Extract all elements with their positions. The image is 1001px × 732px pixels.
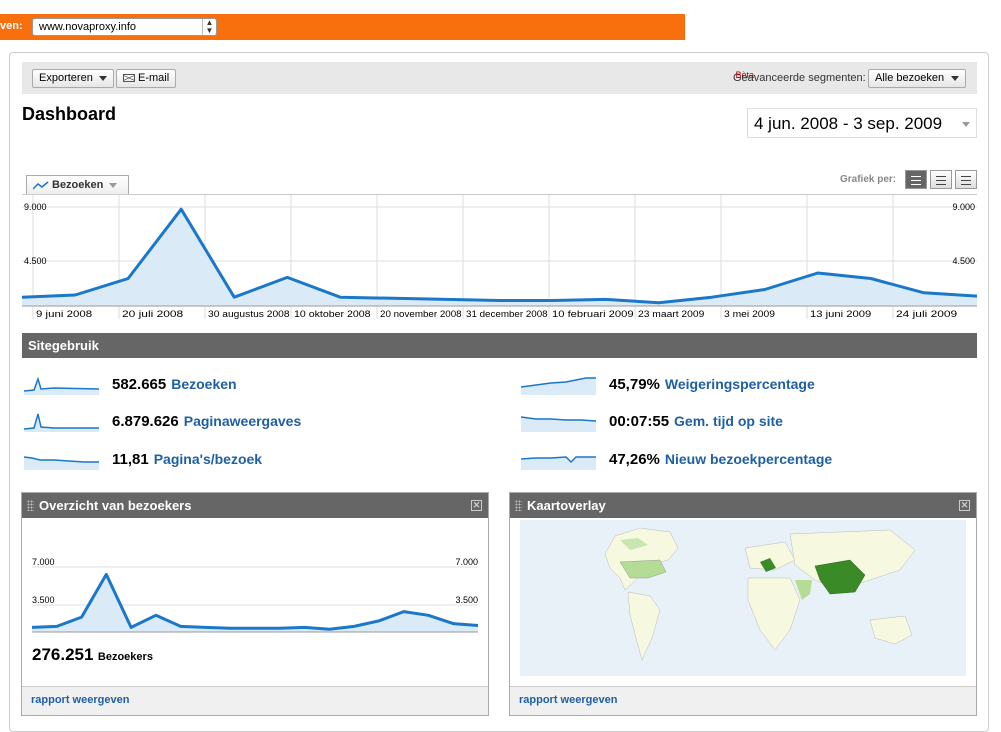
chevron-down-icon	[951, 76, 959, 81]
site-metric[interactable]: 6.879.626 Paginaweergaves	[24, 408, 301, 434]
x-tick-label: 9 juni 2008	[36, 309, 92, 319]
graph-day-button[interactable]	[905, 170, 927, 189]
x-tick-label: 20 november 2008	[380, 309, 462, 319]
visits-chart: 9.000 4.500 9.000 4.500 9 juni 2008 20 ju…	[21, 194, 978, 320]
metric-label[interactable]: Nieuw bezoekpercentage	[665, 451, 832, 467]
profile-bar: ven: www.novaproxy.info ▲ ▼	[0, 14, 685, 40]
metric-label[interactable]: Weigeringspercentage	[665, 376, 815, 392]
metric-value: 6.879.626	[112, 412, 179, 430]
x-tick-label: 10 februari 2009	[552, 309, 634, 319]
site-usage-header: Sitegebruik	[22, 333, 977, 358]
site-metric[interactable]: 11,81 Pagina's/bezoek	[24, 446, 262, 472]
metric-label[interactable]: Paginaweergaves	[184, 413, 302, 429]
map-panel-title: Kaartoverlay	[527, 498, 606, 513]
email-button-label: E-mail	[138, 72, 170, 84]
graph-month-button[interactable]	[955, 170, 977, 189]
sparkline	[521, 377, 596, 395]
visitors-total-value: 276.251	[32, 645, 94, 664]
x-tick-label: 24 juli 2009	[896, 309, 957, 319]
visitors-y-top-right: 7.000	[455, 557, 478, 567]
updown-arrows-icon: ▲ ▼	[202, 19, 216, 35]
export-button[interactable]: Exporteren	[32, 69, 114, 88]
visitors-panel-header[interactable]: Overzicht van bezoekers ✕	[22, 493, 488, 518]
close-icon[interactable]: ✕	[959, 500, 970, 511]
metric-value: 00:07:55	[609, 412, 670, 430]
metric-select-tab[interactable]: Bezoeken	[26, 175, 129, 194]
site-metric[interactable]: 00:07:55 Gem. tijd op site	[521, 408, 783, 434]
y-tick-mid-right: 4.500	[952, 256, 975, 266]
profile-label: ven:	[0, 20, 23, 32]
site-select-value: www.novaproxy.info	[39, 21, 137, 33]
metric-value: 47,26%	[609, 450, 660, 468]
y-tick-mid-left: 4.500	[24, 256, 47, 266]
visitors-total-label: Bezoekers	[97, 651, 153, 663]
x-tick-label: 13 juni 2009	[810, 309, 871, 319]
y-tick-top-right: 9.000	[952, 202, 975, 212]
sparkline	[24, 376, 99, 395]
x-tick-label: 23 maart 2009	[638, 309, 704, 319]
x-tick-label: 10 oktober 2008	[294, 309, 371, 319]
map-overlay-panel: Kaartoverlay ✕ rapport weergeven	[509, 492, 977, 716]
graph-week-button[interactable]	[930, 170, 952, 189]
site-metric[interactable]: 45,79% Weigeringspercentage	[521, 371, 815, 397]
metric-value: 45,79%	[609, 375, 660, 393]
visitors-report-link[interactable]: rapport weergeven	[22, 686, 488, 715]
sparkline	[24, 413, 99, 432]
site-metric[interactable]: 582.665 Bezoeken	[24, 371, 237, 397]
email-button[interactable]: E-mail	[116, 69, 177, 88]
visitors-overview-panel: Overzicht van bezoekers ✕ 7.000 3.500 7.…	[21, 492, 489, 716]
visitors-y-top-left: 7.000	[32, 557, 55, 567]
drag-handle-icon[interactable]	[27, 500, 34, 511]
metric-label[interactable]: Pagina's/bezoek	[154, 451, 262, 467]
envelope-icon	[123, 74, 135, 83]
x-tick-label: 31 december 2008	[466, 309, 548, 319]
metric-label[interactable]: Gem. tijd op site	[674, 413, 783, 429]
visitors-chart: 7.000 3.500 7.000 3.500	[31, 557, 479, 633]
graph-per-label: Grafiek per:	[840, 174, 897, 185]
segments-select-value: Alle bezoeken	[875, 72, 945, 84]
metric-value: 11,81	[112, 450, 149, 468]
visitors-panel-title: Overzicht van bezoekers	[39, 498, 192, 513]
y-tick-top-left: 9.000	[24, 202, 47, 212]
page-title: Dashboard	[22, 104, 117, 124]
drag-handle-icon[interactable]	[515, 500, 522, 511]
metric-value: 582.665	[112, 375, 167, 393]
close-icon[interactable]: ✕	[471, 500, 482, 511]
site-metric[interactable]: 47,26% Nieuw bezoekpercentage	[521, 446, 832, 472]
chevron-down-icon	[98, 75, 107, 81]
metric-tab-label: Bezoeken	[52, 179, 104, 191]
line-chart-icon	[32, 181, 49, 190]
map-report-link[interactable]: rapport weergeven	[510, 686, 976, 715]
metric-label[interactable]: Bezoeken	[171, 376, 236, 392]
date-range-picker[interactable]: 4 jun. 2008 - 3 sep. 2009	[747, 108, 977, 138]
export-button-label: Exporteren	[39, 72, 93, 84]
visits-chart-svg: 9.000 4.500 9.000 4.500 9 juni 2008 20 ju…	[21, 195, 978, 319]
x-tick-label: 20 juli 2008	[122, 309, 183, 319]
site-select[interactable]: www.novaproxy.info ▲ ▼	[32, 18, 217, 36]
visitors-y-mid-right: 3.500	[455, 595, 478, 605]
site-usage-title: Sitegebruik	[28, 338, 99, 353]
map-panel-header[interactable]: Kaartoverlay ✕	[510, 493, 976, 518]
segments-label: Geavanceerde segmenten:	[733, 72, 866, 84]
segments-select[interactable]: Alle bezoeken	[868, 69, 966, 88]
visitors-y-mid-left: 3.500	[32, 595, 55, 605]
visitors-total: 276.251 Bezoekers	[32, 645, 153, 665]
sparkline	[521, 416, 596, 432]
world-map[interactable]	[520, 520, 966, 676]
chevron-down-icon	[962, 122, 970, 127]
x-tick-label: 3 mei 2009	[724, 309, 775, 319]
date-range-value: 4 jun. 2008 - 3 sep. 2009	[754, 114, 943, 133]
sparkline	[521, 456, 596, 470]
sparkline	[24, 456, 99, 470]
x-tick-label: 30 augustus 2008	[208, 309, 290, 319]
chevron-down-icon	[109, 182, 118, 188]
